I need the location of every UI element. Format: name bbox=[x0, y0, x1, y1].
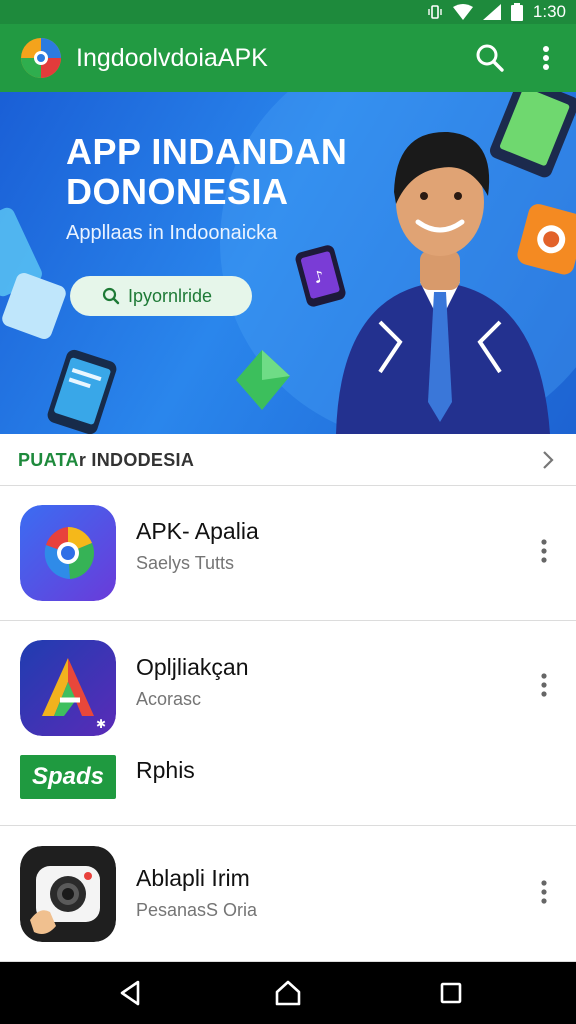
recents-icon[interactable] bbox=[436, 978, 466, 1008]
signal-icon bbox=[482, 4, 501, 20]
section-title-accent: PUATA bbox=[18, 450, 79, 470]
more-options-icon[interactable] bbox=[532, 535, 556, 567]
search-icon[interactable] bbox=[474, 42, 506, 74]
svg-text:✱: ✱ bbox=[96, 717, 106, 731]
battery-icon bbox=[510, 3, 523, 21]
section-title: PUATAr INDODESIA bbox=[18, 434, 194, 486]
more-options-icon[interactable] bbox=[532, 669, 556, 701]
app-bar: IngdoolvdoiaAPK bbox=[0, 24, 576, 92]
app-icon-chrome-like bbox=[20, 505, 116, 601]
app-logo-icon bbox=[20, 37, 62, 79]
banner-search-label: Ipyornlride bbox=[128, 285, 213, 306]
app-list-item[interactable]: APK- Apalia Saelys Tutts bbox=[0, 487, 576, 621]
system-nav-bar bbox=[0, 962, 576, 1024]
banner-title: APP INDANDAN DONONESIA bbox=[66, 131, 348, 212]
app-name: APK- Apalia bbox=[136, 518, 259, 544]
home-icon[interactable] bbox=[273, 978, 303, 1008]
back-icon[interactable] bbox=[116, 978, 146, 1008]
app-name: Opljliakçan bbox=[136, 654, 249, 680]
app-list-item[interactable]: ✱ Opljliakçan Acorasc Spads Rphis bbox=[0, 621, 576, 826]
status-icons: 1:30 bbox=[427, 0, 566, 24]
overflow-menu-icon[interactable] bbox=[534, 42, 558, 74]
app-title: IngdoolvdoiaAPK bbox=[76, 44, 268, 72]
app-list-item[interactable]: Ablapli Irim PesanasS Oria bbox=[0, 826, 576, 962]
banner-subtitle: Appllaas in Indoonaicka bbox=[66, 222, 278, 244]
vibrate-icon bbox=[427, 4, 443, 20]
app-name: Ablapli Irim bbox=[136, 865, 250, 891]
app-icon-letter-a: ✱ bbox=[20, 640, 116, 736]
wifi-icon bbox=[452, 4, 473, 20]
app-subtitle: Acorasc bbox=[136, 689, 202, 709]
app-secondary-name: Rphis bbox=[136, 757, 195, 783]
section-header[interactable]: PUATAr INDODESIA bbox=[0, 434, 576, 486]
app-subtitle: Saelys Tutts bbox=[136, 553, 235, 573]
chevron-right-icon[interactable] bbox=[538, 450, 558, 470]
search-icon bbox=[102, 287, 120, 305]
more-options-icon[interactable] bbox=[532, 876, 556, 908]
status-bar: 1:30 bbox=[0, 0, 576, 24]
app-icon-camera bbox=[20, 846, 116, 942]
section-title-rest: r INDODESIA bbox=[78, 450, 195, 470]
app-subtitle: PesanasS Oria bbox=[136, 900, 258, 920]
banner-search-button[interactable]: Ipyornlride bbox=[70, 276, 252, 316]
promo-banner[interactable]: ♪ APP INDANDAN DONONESIA Appllaas in Ind… bbox=[0, 92, 576, 434]
spads-badge: Spads bbox=[20, 755, 116, 799]
status-time: 1:30 bbox=[532, 2, 566, 21]
